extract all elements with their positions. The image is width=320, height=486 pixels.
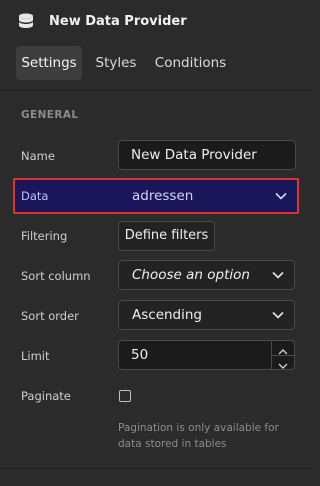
paginate-help-text: Pagination is only available for data st… <box>118 422 279 450</box>
chevron-down-icon <box>275 192 287 200</box>
panel-title: New Data Provider <box>49 14 187 29</box>
divider <box>0 468 312 469</box>
data-select[interactable]: adressen <box>119 182 297 210</box>
name-input[interactable]: New Data Provider <box>118 140 296 170</box>
filtering-label: Filtering <box>21 229 68 243</box>
limit-value: 50 <box>131 347 149 363</box>
limit-label: Limit <box>21 349 50 363</box>
chevron-down-icon <box>272 311 284 319</box>
tab-styles[interactable]: Styles <box>91 46 141 80</box>
database-icon <box>19 13 33 28</box>
name-label: Name <box>21 149 55 163</box>
stepper-down-button[interactable] <box>272 355 294 369</box>
define-filters-button[interactable]: Define filters <box>118 221 215 251</box>
section-general-label: GENERAL <box>21 109 79 121</box>
sort-column-label: Sort column <box>21 269 91 283</box>
chevron-down-icon <box>272 271 284 279</box>
tab-settings[interactable]: Settings <box>16 46 82 80</box>
sort-order-select[interactable]: Ascending <box>118 300 295 330</box>
sort-order-label: Sort order <box>21 309 79 323</box>
tab-bar: Settings Styles Conditions <box>0 46 312 91</box>
chevron-down-icon <box>278 363 288 369</box>
paginate-label: Paginate <box>21 389 71 403</box>
sort-column-select[interactable]: Choose an option <box>118 260 295 290</box>
data-select-value: adressen <box>132 188 194 204</box>
stepper-up-button[interactable] <box>272 341 294 356</box>
tab-conditions[interactable]: Conditions <box>152 46 229 80</box>
limit-stepper <box>271 341 294 369</box>
sort-order-value: Ascending <box>132 307 202 323</box>
limit-input[interactable]: 50 <box>118 340 295 370</box>
paginate-checkbox[interactable] <box>119 390 131 402</box>
panel-header: New Data Provider <box>0 0 312 46</box>
data-row-highlight: Data adressen <box>13 178 299 214</box>
data-label: Data <box>21 189 49 203</box>
sort-column-placeholder: Choose an option <box>132 267 250 283</box>
